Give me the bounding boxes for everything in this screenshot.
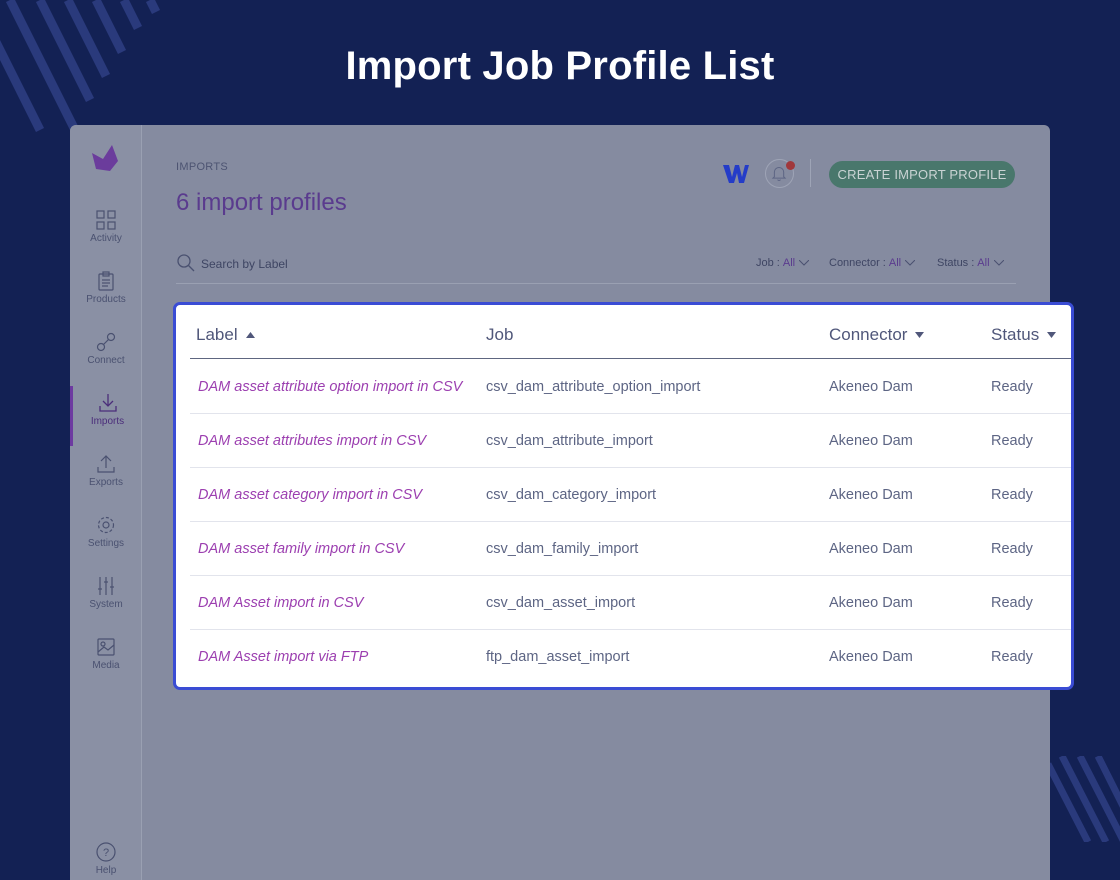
row-job: csv_dam_asset_import bbox=[486, 595, 636, 611]
sidebar-item-activity[interactable]: Activity bbox=[70, 203, 142, 263]
table-row[interactable]: DAM asset family import in CSV csv_dam_f… bbox=[190, 522, 1071, 576]
column-header-text: Label bbox=[196, 325, 238, 344]
filter-connector[interactable]: Connector : All bbox=[829, 257, 916, 269]
row-status: Ready bbox=[991, 649, 1033, 665]
sort-caret-down-icon bbox=[1047, 332, 1057, 338]
row-status: Ready bbox=[991, 541, 1033, 557]
sort-ascending-icon bbox=[245, 332, 255, 338]
sidebar-item-media[interactable]: Media bbox=[70, 630, 142, 690]
column-header-status[interactable]: Status bbox=[991, 325, 1057, 345]
row-job: csv_dam_attribute_option_import bbox=[486, 379, 701, 395]
row-connector: Akeneo Dam bbox=[829, 379, 913, 395]
chevron-down-icon bbox=[799, 260, 810, 266]
create-import-profile-button[interactable]: CREATE IMPORT PROFILE bbox=[829, 161, 1015, 188]
row-status: Ready bbox=[991, 433, 1033, 449]
media-image-icon bbox=[97, 638, 115, 656]
filter-value: All bbox=[782, 257, 796, 269]
sidebar-item-label: System bbox=[89, 599, 123, 610]
notification-badge bbox=[786, 161, 795, 170]
row-connector: Akeneo Dam bbox=[829, 487, 913, 503]
table-row[interactable]: DAM Asset import via FTP ftp_dam_asset_i… bbox=[190, 630, 1071, 684]
sort-caret-down-icon bbox=[915, 332, 925, 338]
row-job: csv_dam_category_import bbox=[486, 487, 657, 503]
import-download-icon bbox=[98, 394, 117, 412]
row-connector: Akeneo Dam bbox=[829, 433, 913, 449]
column-header-text: Connector bbox=[829, 325, 908, 344]
chevron-down-icon bbox=[993, 260, 1004, 266]
settings-gear-icon bbox=[97, 516, 115, 534]
filter-status[interactable]: Status : All bbox=[937, 257, 1004, 269]
sidebar-item-label: Activity bbox=[90, 233, 122, 244]
sidebar-item-system[interactable]: System bbox=[70, 569, 142, 629]
filter-job[interactable]: Job : All bbox=[756, 257, 810, 269]
row-connector: Akeneo Dam bbox=[829, 541, 913, 557]
table-row[interactable]: DAM asset category import in CSV csv_dam… bbox=[190, 468, 1071, 522]
table-row[interactable]: DAM asset attributes import in CSV csv_d… bbox=[190, 414, 1071, 468]
table-row[interactable]: DAM asset attribute option import in CSV… bbox=[190, 360, 1071, 414]
sidebar-item-imports[interactable]: Imports bbox=[70, 386, 142, 446]
sidebar-item-settings[interactable]: Settings bbox=[70, 508, 142, 568]
sidebar-item-label: Exports bbox=[89, 477, 123, 488]
row-status: Ready bbox=[991, 379, 1033, 395]
sidebar-item-help[interactable]: ? Help bbox=[70, 835, 142, 880]
system-sliders-icon bbox=[98, 577, 114, 595]
row-label[interactable]: DAM asset category import in CSV bbox=[198, 487, 422, 503]
page-title: Import Job Profile List bbox=[345, 44, 775, 88]
filter-name: Connector : bbox=[829, 257, 886, 269]
table-header: Label Job Connector Status bbox=[190, 305, 1071, 359]
sidebar-item-label: Connect bbox=[87, 355, 125, 366]
filter-name: Job : bbox=[756, 257, 780, 269]
sidebar-item-label: Settings bbox=[87, 538, 125, 549]
connect-plug-icon bbox=[96, 332, 116, 352]
decorative-stripes-bottom-right bbox=[1048, 756, 1120, 842]
row-label[interactable]: DAM asset attributes import in CSV bbox=[198, 433, 426, 449]
row-job: ftp_dam_asset_import bbox=[486, 649, 630, 665]
sidebar-item-products[interactable]: Products bbox=[70, 264, 142, 324]
sidebar-item-connect[interactable]: Connect bbox=[70, 325, 142, 385]
akeneo-logo-icon[interactable] bbox=[90, 143, 120, 173]
breadcrumb[interactable]: IMPORTS bbox=[176, 161, 228, 173]
table-row[interactable]: DAM Asset import in CSV csv_dam_asset_im… bbox=[190, 576, 1071, 630]
sidebar-item-label: Media bbox=[92, 660, 120, 671]
row-status: Ready bbox=[991, 487, 1033, 503]
column-header-job: Job bbox=[486, 325, 513, 345]
help-question-icon: ? bbox=[96, 842, 116, 862]
import-profiles-table: Label Job Connector Status DAM asset att… bbox=[173, 302, 1074, 690]
row-label[interactable]: DAM Asset import via FTP bbox=[198, 649, 368, 665]
search-underline bbox=[176, 283, 1016, 284]
sidebar-item-exports[interactable]: Exports bbox=[70, 447, 142, 507]
row-connector: Akeneo Dam bbox=[829, 649, 913, 665]
row-connector: Akeneo Dam bbox=[829, 595, 913, 611]
search-input[interactable] bbox=[201, 255, 461, 273]
sidebar-item-label: Help bbox=[95, 865, 117, 876]
search-icon bbox=[177, 254, 195, 272]
filter-value: All bbox=[888, 257, 902, 269]
products-clipboard-icon bbox=[98, 271, 114, 291]
column-header-connector[interactable]: Connector bbox=[829, 325, 925, 345]
activity-grid-icon bbox=[96, 210, 116, 230]
chevron-down-icon bbox=[905, 260, 916, 266]
filter-value: All bbox=[977, 257, 990, 269]
row-label[interactable]: DAM Asset import in CSV bbox=[198, 595, 363, 611]
row-label[interactable]: DAM asset attribute option import in CSV bbox=[198, 379, 462, 395]
sidebar: Activity Products Connect Imports Export… bbox=[70, 125, 142, 880]
header-divider bbox=[810, 159, 811, 187]
row-job: csv_dam_family_import bbox=[486, 541, 639, 557]
sidebar-item-label: Products bbox=[86, 294, 126, 305]
sidebar-item-label: Imports bbox=[90, 416, 125, 427]
column-header-text: Status bbox=[991, 325, 1040, 344]
profiles-count-heading: 6 import profiles bbox=[176, 189, 347, 216]
export-upload-icon bbox=[97, 455, 115, 473]
row-job: csv_dam_attribute_import bbox=[486, 433, 653, 449]
brand-w-logo-icon[interactable] bbox=[722, 163, 750, 185]
svg-text:?: ? bbox=[103, 847, 109, 859]
row-status: Ready bbox=[991, 595, 1033, 611]
filter-name: Status : bbox=[937, 257, 975, 269]
row-label[interactable]: DAM asset family import in CSV bbox=[198, 541, 404, 557]
column-header-text: Job bbox=[486, 325, 514, 344]
column-header-label[interactable]: Label bbox=[196, 325, 255, 345]
